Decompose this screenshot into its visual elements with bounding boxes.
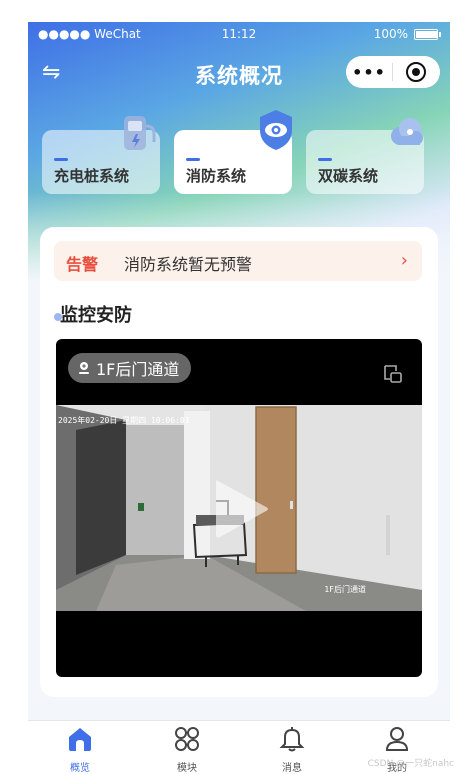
card-accent-bar — [54, 158, 68, 161]
status-bar: ●●●●● WeChat 11:12 100% — [28, 22, 450, 46]
main-panel: 告警 消防系统暂无预警 › 监控安防 1F后门通道 2025年02-20日 星期… — [40, 227, 438, 697]
system-card-carbon[interactable]: 双碳系统 — [306, 118, 424, 194]
phone-screen: ●●●●● WeChat 11:12 100% ⇋ 系统概况 ••• 充电桩系统 — [28, 22, 450, 774]
more-dots-icon[interactable]: ••• — [346, 63, 392, 82]
home-icon — [69, 728, 91, 751]
play-icon[interactable] — [212, 477, 272, 541]
tab-overview[interactable]: 概览 — [40, 721, 120, 774]
modules-icon — [175, 727, 199, 751]
system-card-label: 消防系统 — [186, 167, 247, 185]
tab-messages[interactable]: 消息 — [252, 721, 332, 774]
fire-eye-icon — [260, 110, 292, 150]
card-accent-bar — [186, 158, 200, 161]
camera-player[interactable]: 1F后门通道 2025年02-20日 星期四 10:06:01 1F后门通道 — [56, 339, 422, 677]
camera-pin-icon — [79, 362, 89, 374]
camera-label[interactable]: 1F后门通道 — [68, 353, 192, 383]
watermark: CSDN @一只蛇nahc — [367, 759, 454, 769]
tab-label: 概览 — [70, 763, 90, 774]
overlay-timestamp: 2025年02-20日 星期四 10:06:01 — [58, 416, 190, 425]
overlay-camera-name: 1F后门通道 — [324, 585, 366, 594]
video-frame: 2025年02-20日 星期四 10:06:01 1F后门通道 — [56, 405, 422, 611]
chevron-right-icon: › — [400, 250, 408, 271]
mini-program-capsule: ••• — [346, 56, 440, 88]
section-title: 监控安防 — [60, 305, 132, 326]
battery-fill — [416, 30, 437, 38]
camera-name: 1F后门通道 — [96, 360, 180, 379]
alert-banner[interactable]: 告警 消防系统暂无预警 › — [54, 241, 422, 281]
tab-label: 模块 — [177, 763, 197, 774]
battery-icon — [414, 28, 441, 40]
alert-tag: 告警 — [66, 255, 99, 274]
tab-modules[interactable]: 模块 — [147, 721, 227, 774]
nav-bar: ⇋ 系统概况 ••• — [28, 52, 450, 96]
user-icon — [385, 727, 409, 751]
system-card-label: 双碳系统 — [318, 167, 379, 185]
capsule-close-button[interactable] — [393, 62, 439, 82]
tab-label: 消息 — [282, 763, 302, 774]
alert-message: 消防系统暂无预警 — [124, 255, 253, 274]
system-card-fire[interactable]: 消防系统 — [174, 110, 292, 194]
expand-icon[interactable] — [382, 363, 404, 385]
target-icon — [406, 62, 426, 82]
card-accent-bar — [318, 158, 332, 161]
battery-indicator: 100% — [373, 27, 441, 41]
system-card-label: 充电桩系统 — [54, 167, 130, 185]
bell-icon — [279, 727, 305, 752]
charging-pile-icon — [124, 116, 156, 150]
system-card-charging[interactable]: 充电桩系统 — [42, 116, 160, 194]
cloud-carbon-icon — [391, 118, 423, 145]
battery-percent: 100% — [373, 27, 408, 41]
